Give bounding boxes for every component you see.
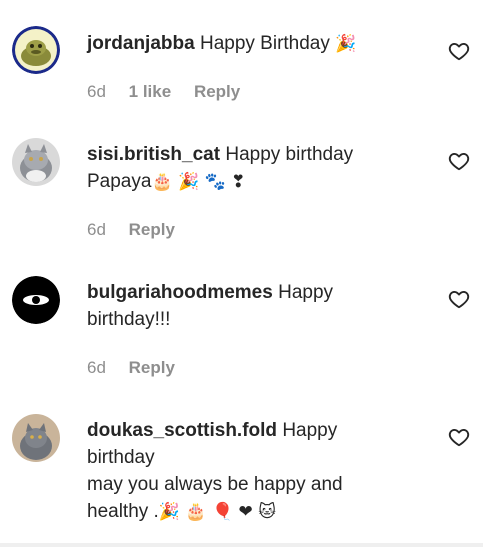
- comment-text-line: birthday!!!: [87, 309, 171, 330]
- comment-text-line: Papaya: [87, 171, 152, 192]
- avatar[interactable]: [12, 414, 60, 462]
- comment-username[interactable]: doukas_scottish.fold: [87, 420, 277, 441]
- comment-body: bulgariahoodmemes Happy birthday!!!: [87, 279, 427, 333]
- comment-body: sisi.british_cat Happy birthday Papaya🎂 …: [87, 141, 427, 196]
- comment-text: Happy Birthday: [199, 33, 330, 54]
- comment-body: jordanjabba Happy Birthday 🎉: [87, 30, 427, 58]
- comment-meta: 6d Reply: [87, 220, 193, 240]
- comment-text: Happy birthday: [225, 144, 354, 165]
- divider: [0, 543, 483, 547]
- comment-text: Happy: [278, 282, 334, 303]
- comment-emoji: 🎂 🎉 🐾 ❣: [151, 172, 246, 192]
- heart-outline-icon[interactable]: [448, 150, 470, 172]
- comment-body: doukas_scottish.fold Happy birthday may …: [87, 417, 427, 526]
- avatar[interactable]: [12, 138, 60, 186]
- comment-text-line: may you always be happy and: [87, 474, 343, 495]
- reply-button[interactable]: Reply: [129, 220, 175, 239]
- reply-button[interactable]: Reply: [129, 358, 175, 377]
- heart-outline-icon[interactable]: [448, 40, 470, 62]
- comment-username[interactable]: jordanjabba: [87, 33, 195, 54]
- comment-text-line: birthday: [87, 447, 155, 468]
- heart-outline-icon[interactable]: [448, 288, 470, 310]
- comment-emoji: 🎉 🎂 🎈 ❤ 🐱: [158, 502, 276, 522]
- comment-likes[interactable]: 1 like: [129, 82, 172, 101]
- comment-meta: 6d 1 like Reply: [87, 82, 258, 102]
- comment-text: Happy: [282, 420, 338, 441]
- comment-emoji: 🎉: [335, 34, 357, 54]
- avatar[interactable]: [12, 26, 60, 74]
- comment-time: 6d: [87, 220, 106, 239]
- reply-button[interactable]: Reply: [194, 82, 240, 101]
- avatar[interactable]: [12, 276, 60, 324]
- comment-text-line: healthy .: [87, 501, 159, 522]
- heart-outline-icon[interactable]: [448, 426, 470, 448]
- comment-time: 6d: [87, 358, 106, 377]
- comment-time: 6d: [87, 82, 106, 101]
- comment-username[interactable]: sisi.british_cat: [87, 144, 220, 165]
- comment-meta: 6d Reply: [87, 358, 193, 378]
- comment-username[interactable]: bulgariahoodmemes: [87, 282, 273, 303]
